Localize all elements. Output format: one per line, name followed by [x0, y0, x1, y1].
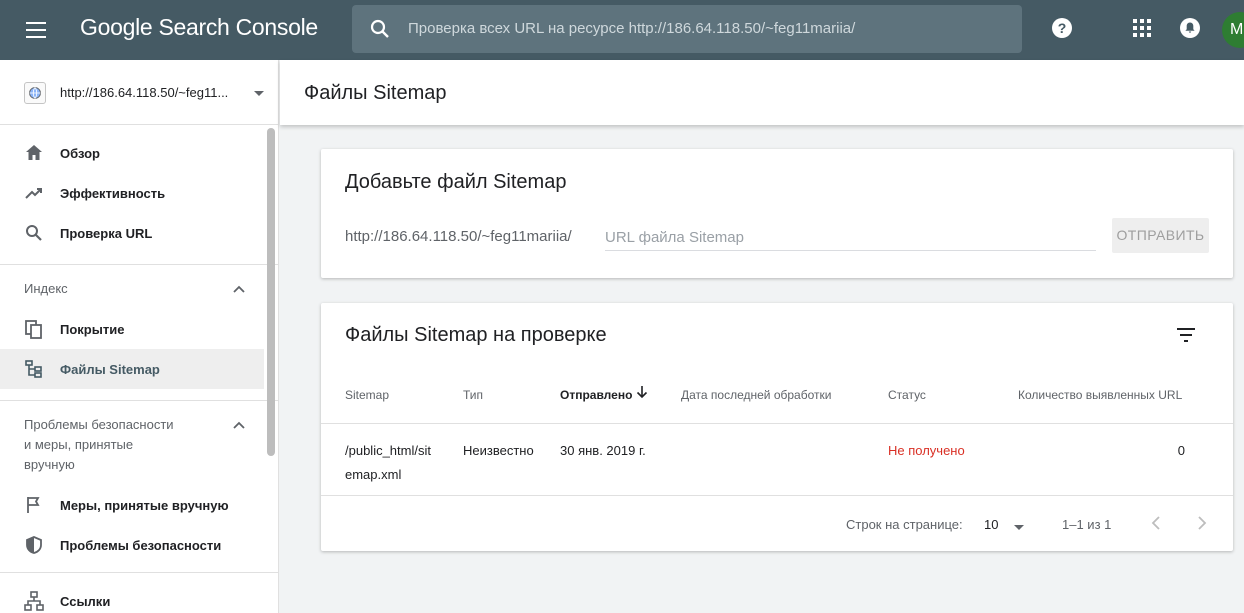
sidebar-item-label: Ссылки	[60, 594, 111, 609]
cell-submitted: 30 янв. 2019 г.	[560, 443, 646, 458]
rows-per-page-select[interactable]: 10	[984, 515, 1032, 537]
avatar[interactable]: M	[1222, 12, 1244, 48]
divider	[0, 572, 278, 573]
card-title: Файлы Sitemap на проверке	[345, 324, 607, 346]
sidebar-item-label: Файлы Sitemap	[60, 362, 160, 377]
globe-icon	[24, 82, 46, 104]
table-row[interactable]: /public_html/sit emap.xml Неизвестно 30 …	[321, 423, 1233, 495]
sidebar-item-coverage[interactable]: Покрытие	[0, 309, 264, 349]
filter-icon[interactable]	[1174, 323, 1198, 347]
sidebar-item-sitemaps[interactable]: Файлы Sitemap	[0, 349, 264, 389]
page-header: Файлы Sitemap	[280, 60, 1244, 125]
sidebar: http://186.64.118.50/~feg11... Обзор Эфф…	[0, 60, 279, 613]
cell-sitemap-line2: emap.xml	[345, 467, 402, 482]
section-index-header[interactable]: Индекс	[0, 265, 264, 309]
sidebar-item-label: Эффективность	[60, 186, 166, 201]
property-url: http://186.64.118.50/~feg11...	[60, 85, 229, 100]
section-label-line3: вручную	[24, 457, 75, 472]
app-logo[interactable]: Google Search Console	[80, 14, 318, 41]
links-icon	[24, 591, 44, 611]
notifications-icon[interactable]	[1178, 16, 1202, 40]
column-header-sitemap[interactable]: Sitemap	[345, 388, 389, 402]
search-icon	[370, 19, 389, 38]
cell-discovered-urls: 0	[1177, 443, 1185, 458]
sitemap-icon	[25, 360, 42, 378]
sidebar-item-links[interactable]: Ссылки	[0, 581, 264, 613]
rows-per-page-value: 10	[984, 517, 999, 532]
home-icon	[26, 145, 42, 160]
rows-per-page-label: Строк на странице:	[846, 517, 963, 532]
sidebar-item-security-issues[interactable]: Проблемы безопасности	[0, 525, 264, 565]
column-header-discovered-urls[interactable]: Количество выявленных URL	[1018, 388, 1182, 402]
top-app-bar: Google Search Console Проверка всех URL …	[0, 0, 1244, 60]
cell-sitemap-line1: /public_html/sit	[345, 443, 431, 458]
coverage-icon	[25, 320, 42, 339]
add-sitemap-card: Добавьте файл Sitemap http://186.64.118.…	[321, 149, 1233, 278]
sidebar-item-label: Меры, принятые вручную	[60, 498, 229, 513]
apps-grid-icon[interactable]	[1130, 16, 1154, 40]
column-header-last-read[interactable]: Дата последней обработки	[681, 388, 831, 402]
help-icon[interactable]: ?	[1050, 16, 1074, 40]
chevron-up-icon	[233, 421, 245, 429]
trending-up-icon	[25, 188, 42, 199]
menu-icon[interactable]	[22, 18, 50, 42]
pagination-range: 1–1 из 1	[1062, 517, 1112, 532]
cell-status: Не получено	[888, 443, 965, 458]
section-security-header[interactable]: Проблемы безопасности и меры, принятые в…	[0, 401, 264, 485]
sidebar-item-url-inspection[interactable]: Проверка URL	[0, 213, 264, 253]
cell-type: Неизвестно	[463, 443, 534, 458]
search-input[interactable]: Проверка всех URL на ресурсе http://186.…	[352, 5, 1022, 53]
submitted-sitemaps-card: Файлы Sitemap на проверке Sitemap Тип От…	[321, 303, 1233, 551]
section-label-line1: Проблемы безопасности	[24, 417, 174, 432]
section-label-line2: и меры, принятые	[24, 437, 134, 452]
sidebar-item-performance[interactable]: Эффективность	[0, 173, 264, 213]
sitemap-url-placeholder: URL файла Sitemap	[605, 229, 744, 246]
chevron-right-icon[interactable]	[1191, 513, 1211, 533]
page-title: Файлы Sitemap	[304, 82, 447, 104]
chevron-left-icon[interactable]	[1147, 513, 1167, 533]
sidebar-scrollbar[interactable]	[267, 128, 275, 456]
column-header-submitted[interactable]: Отправлено	[560, 388, 632, 402]
search-placeholder: Проверка всех URL на ресурсе http://186.…	[408, 20, 856, 37]
card-title: Добавьте файл Sitemap	[345, 171, 567, 193]
submit-button[interactable]: ОТПРАВИТЬ	[1112, 218, 1209, 253]
chevron-down-icon	[1014, 525, 1024, 530]
sitemap-url-prefix: http://186.64.118.50/~feg11mariia/	[345, 228, 572, 245]
flag-icon	[27, 497, 40, 513]
svg-text:?: ?	[1058, 20, 1067, 36]
section-label: Индекс	[24, 281, 68, 296]
sidebar-item-label: Проверка URL	[60, 226, 153, 241]
cell-sitemap: /public_html/sit emap.xml	[345, 439, 431, 487]
sidebar-item-label: Покрытие	[60, 322, 125, 337]
search-icon	[26, 225, 42, 241]
column-header-type[interactable]: Тип	[463, 388, 483, 402]
sidebar-item-manual-actions[interactable]: Меры, принятые вручную	[0, 485, 264, 525]
sidebar-item-label: Обзор	[60, 146, 100, 161]
sidebar-item-label: Проблемы безопасности	[60, 538, 222, 553]
property-selector[interactable]: http://186.64.118.50/~feg11...	[0, 60, 278, 125]
arrow-down-icon	[636, 386, 648, 399]
shield-icon	[26, 536, 42, 554]
column-header-status[interactable]: Статус	[888, 388, 926, 402]
divider	[321, 495, 1233, 496]
sitemap-url-input[interactable]: URL файла Sitemap	[605, 223, 1096, 251]
chevron-up-icon	[233, 285, 245, 293]
chevron-down-icon	[254, 91, 264, 96]
sidebar-item-overview[interactable]: Обзор	[0, 133, 264, 173]
